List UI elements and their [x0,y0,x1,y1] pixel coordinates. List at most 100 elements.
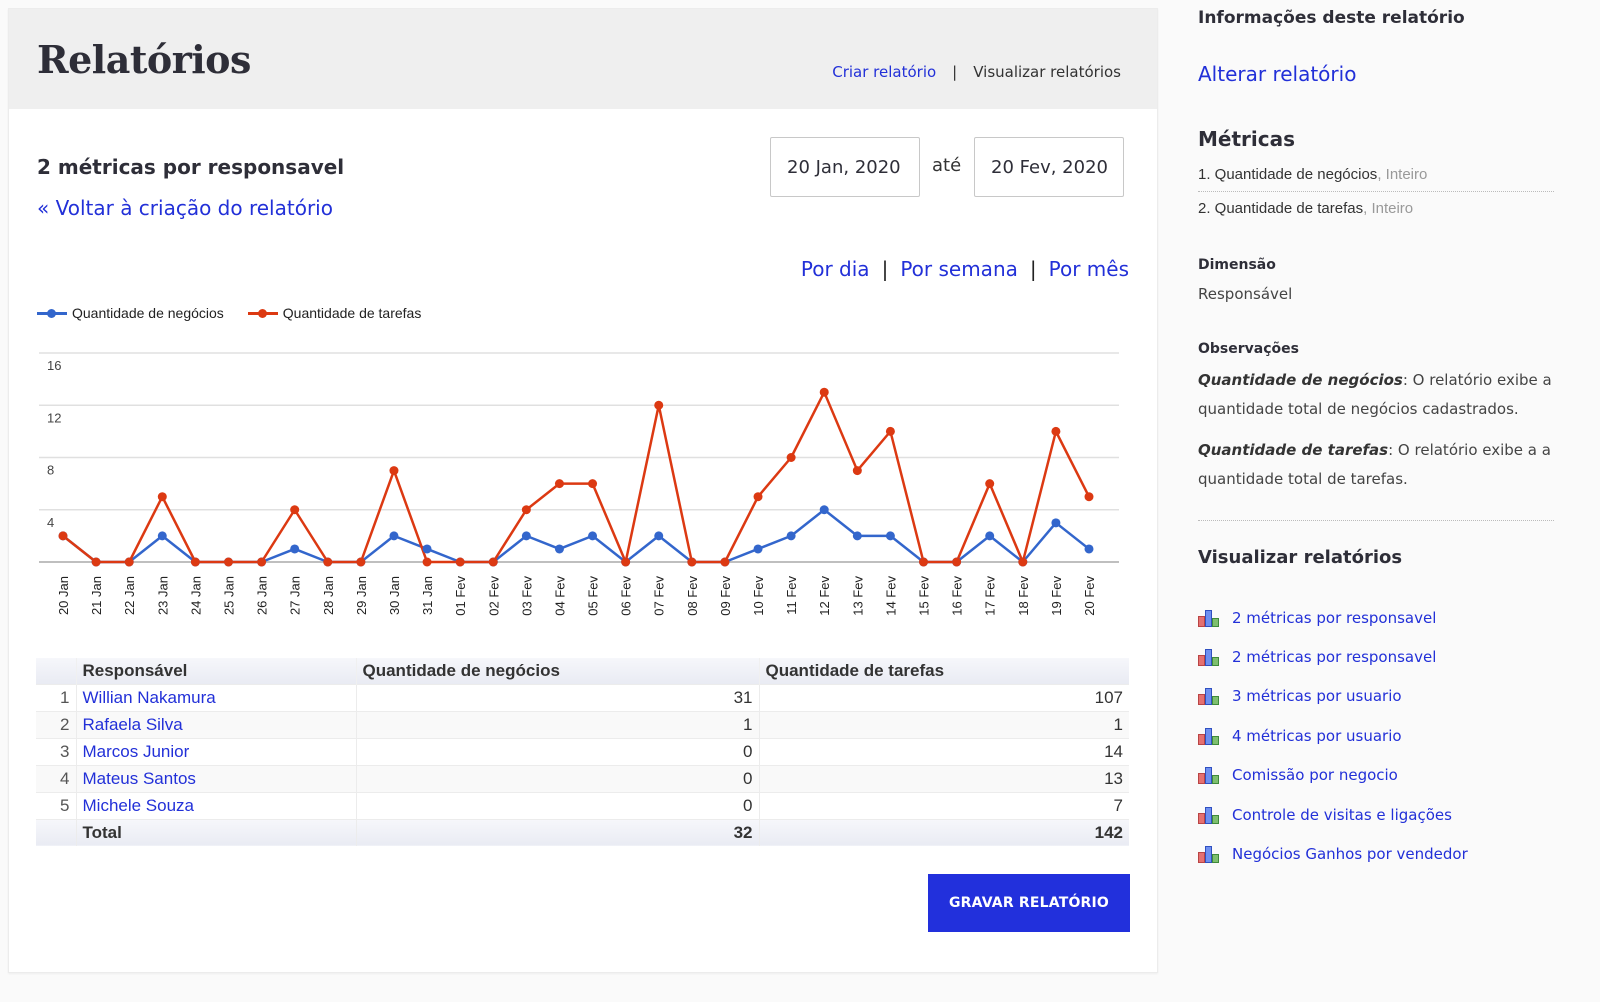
data-point-negocios [852,531,862,541]
data-point-negocios [554,544,564,554]
data-point-tarefas [58,531,68,541]
date-separator: até [932,155,962,176]
row-tarefas: 7 [758,791,1129,819]
nav-separator: | [952,63,958,81]
data-point-tarefas [885,426,895,436]
report-link[interactable]: 4 métricas por usuario [1232,727,1402,745]
header-tarefas[interactable]: Quantidade de tarefas [758,658,1129,684]
observation-term: Quantidade de tarefas [1198,441,1389,459]
responsavel-link[interactable]: Mateus Santos [83,769,196,788]
x-tick-label: 18 Fev [1016,576,1031,616]
table-row: 2 Rafaela Silva 1 1 [36,710,1129,738]
metrics-heading: Métricas [1198,127,1296,151]
x-tick-label: 01 Fev [453,576,468,616]
data-point-negocios [819,505,829,515]
report-link[interactable]: 2 métricas por responsavel [1232,648,1436,666]
row-negocios: 1 [355,710,759,738]
data-point-tarefas [952,557,962,567]
x-tick-label: 27 Jan [288,576,303,615]
observation-term: Quantidade de negócios [1198,371,1403,389]
x-tick-label: 03 Fev [519,576,534,616]
responsavel-link[interactable]: Marcos Junior [83,742,190,761]
data-point-tarefas [621,557,631,567]
data-point-tarefas [422,557,432,567]
data-point-negocios [588,531,598,541]
responsavel-link[interactable]: Willian Nakamura [83,688,216,707]
row-negocios: 0 [355,791,759,819]
bar-chart-icon [1198,806,1220,824]
data-point-negocios [389,531,399,541]
metric-item: 1. Quantidade de negócios, Inteiro [1198,158,1554,192]
create-report-link[interactable]: Criar relatório [832,63,936,81]
edit-report-link[interactable]: Alterar relatório [1198,62,1356,86]
period-day-link[interactable]: Por dia [801,257,870,281]
observations-heading: Observações [1198,341,1299,357]
table-row: 5 Michele Souza 0 7 [36,791,1129,819]
data-point-tarefas [223,557,233,567]
row-name-cell: Marcos Junior [75,737,356,765]
data-point-tarefas [1018,557,1028,567]
observation-item: Quantidade de negócios: O relatório exib… [1198,366,1554,424]
x-tick-label: 30 Jan [387,576,402,615]
back-to-creation-link[interactable]: « Voltar à criação do relatório [37,196,333,220]
legend-swatch-tarefas [247,308,278,318]
table-row: 1 Willian Nakamura 31 107 [36,683,1129,711]
bar-chart-icon [1198,609,1220,627]
x-tick-label: 23 Jan [155,576,170,615]
bar-chart-icon [1198,766,1220,785]
x-tick-label: 29 Jan [354,576,369,615]
period-week-link[interactable]: Por semana [900,257,1018,281]
data-point-negocios [157,531,167,541]
bar-chart-icon [1198,648,1220,667]
chart-svg: 4 8 12 16 20 Jan 21 Jan 22 Jan 23 Jan 24 Jan 25 J… [39,352,1119,616]
report-link[interactable]: 2 métricas por responsavel [1232,609,1436,627]
header-responsavel[interactable]: Responsável [75,658,356,684]
y-tick-label: 12 [47,410,61,425]
metric-type: , Inteiro [1363,200,1414,217]
total-negocios: 32 [355,818,759,846]
report-list-item: 2 métricas por responsavel [1198,637,1468,676]
data-point-tarefas [919,557,929,567]
y-tick-label: 16 [47,358,61,373]
row-tarefas: 14 [758,737,1129,765]
data-point-negocios [786,531,796,541]
row-index: 1 [36,683,76,711]
period-nav: Por dia | Por semana | Por mês [801,257,1129,281]
data-point-tarefas [786,453,796,462]
data-point-tarefas [687,557,697,567]
report-link[interactable]: Comissão por negocio [1232,766,1398,784]
legend-item-tarefas[interactable]: Quantidade de tarefas [247,305,421,321]
data-point-tarefas [985,479,995,489]
date-to-input[interactable] [974,137,1124,197]
results-table: Responsável Quantidade de negócios Quant… [36,658,1129,846]
legend-item-negocios[interactable]: Quantidade de negócios [37,305,224,321]
date-from-input[interactable] [770,137,920,197]
table-total-row: Total 32 142 [36,818,1129,846]
report-link[interactable]: Controle de visitas e ligações [1232,806,1452,824]
data-point-tarefas [389,466,399,476]
data-point-tarefas [190,557,200,567]
responsavel-link[interactable]: Rafaela Silva [83,715,183,734]
x-tick-label: 10 Fev [751,576,766,616]
view-reports-current[interactable]: Visualizar relatórios [973,63,1121,81]
data-point-negocios [290,544,300,554]
report-link[interactable]: Negócios Ganhos por vendedor [1232,845,1468,863]
row-name-cell: Mateus Santos [75,764,356,792]
metric-type: , Inteiro [1377,166,1428,183]
period-separator: | [1029,257,1037,281]
period-month-link[interactable]: Por mês [1049,257,1129,281]
x-tick-label: 17 Fev [983,576,998,616]
save-report-button[interactable]: GRAVAR RELATÓRIO [928,874,1130,932]
report-link[interactable]: 3 métricas por usuario [1232,687,1402,705]
row-tarefas: 13 [758,764,1129,792]
header-negocios[interactable]: Quantidade de negócios [355,658,759,684]
responsavel-link[interactable]: Michele Souza [83,796,195,815]
data-point-negocios [985,531,995,541]
report-name: 2 métricas por responsavel [37,155,345,179]
main-card: Relatórios Criar relatório | Visualizar … [8,8,1158,973]
table-row: 4 Mateus Santos 0 13 [36,764,1129,792]
row-name-cell: Rafaela Silva [75,710,356,738]
x-tick-label: 24 Jan [188,576,203,615]
series-line-negocios [62,508,1090,564]
observations: Quantidade de negócios: O relatório exib… [1198,366,1554,506]
